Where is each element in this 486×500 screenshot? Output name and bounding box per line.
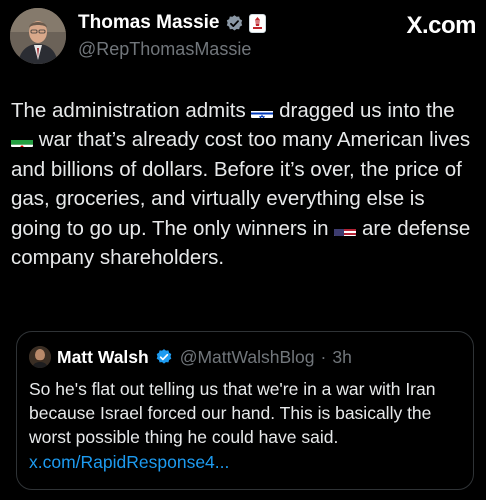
quoted-verified-badge-icon (155, 348, 174, 367)
quoted-tweet-text: So he's flat out telling us that we're i… (29, 377, 465, 474)
israel-flag-icon (251, 104, 274, 118)
author-avatar[interactable] (10, 8, 66, 64)
author-name-row: Thomas Massie (78, 12, 266, 34)
quoted-separator: · (320, 346, 327, 367)
quoted-author-name[interactable]: Matt Walsh (57, 347, 149, 368)
quoted-author-avatar[interactable] (29, 346, 51, 368)
tweet-text-part-1: The administration admits (11, 99, 252, 122)
quoted-timestamp[interactable]: 3h (332, 347, 351, 368)
tweet-text: The administration admits dragged us int… (11, 96, 473, 272)
quoted-tweet-card[interactable]: Matt Walsh @MattWalshBlog · 3h So he's f… (16, 331, 474, 490)
iran-flag-icon (11, 133, 33, 148)
us-house-seal-icon[interactable] (248, 13, 266, 33)
author-name[interactable]: Thomas Massie (78, 12, 220, 34)
tweet-text-part-2: dragged us into the (273, 99, 455, 122)
author-handle[interactable]: @RepThomasMassie (78, 39, 251, 60)
quoted-tweet-header: Matt Walsh @MattWalshBlog · 3h (29, 346, 352, 368)
quoted-tweet-link[interactable]: x.com/RapidResponse4... (29, 452, 229, 472)
site-brand: X.com (406, 12, 476, 39)
tweet-header: Thomas Massie @RepThomasMassie X.com (10, 6, 476, 66)
us-flag-icon (334, 222, 357, 236)
quoted-tweet-body: So he's flat out telling us that we're i… (29, 379, 436, 448)
quoted-author-handle[interactable]: @MattWalshBlog (180, 347, 315, 368)
verified-badge-icon (225, 14, 244, 33)
